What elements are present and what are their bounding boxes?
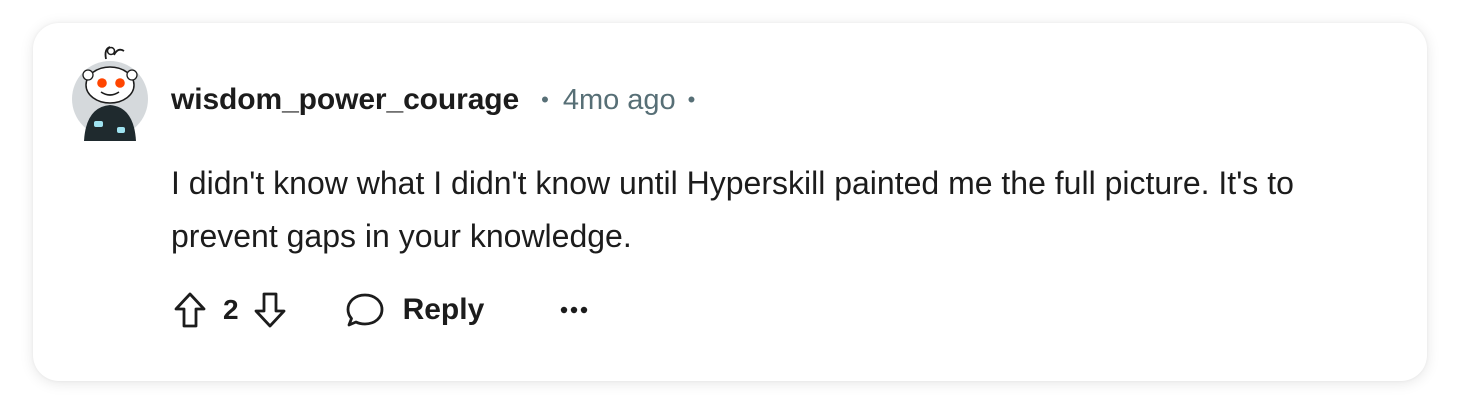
vote-score: 2 bbox=[223, 294, 239, 325]
avatar[interactable] bbox=[70, 45, 150, 141]
speech-bubble-icon bbox=[346, 293, 383, 327]
arrow-down-outline-icon bbox=[254, 292, 285, 328]
comment-header: wisdom_power_courage • 4mo ago • bbox=[171, 80, 695, 120]
downvote-button[interactable] bbox=[251, 289, 289, 331]
separator-dot-trailing: • bbox=[687, 87, 696, 112]
reply-label: Reply bbox=[402, 293, 485, 326]
separator-dot: • bbox=[541, 87, 549, 112]
author-username[interactable]: wisdom_power_courage bbox=[171, 83, 519, 117]
comment-card: wisdom_power_courage • 4mo ago • I didn'… bbox=[33, 23, 1427, 381]
more-options-button[interactable] bbox=[556, 289, 592, 331]
comment-body: I didn't know what I didn't know until H… bbox=[171, 165, 1294, 254]
ellipsis-icon bbox=[561, 306, 588, 314]
upvote-button[interactable] bbox=[171, 289, 209, 331]
comment-actions: 2 Reply bbox=[171, 289, 592, 331]
reply-button[interactable]: Reply bbox=[345, 291, 485, 329]
page: wisdom_power_courage • 4mo ago • I didn'… bbox=[0, 0, 1458, 420]
comment-timestamp[interactable]: 4mo ago bbox=[563, 84, 676, 117]
arrow-up-outline-icon bbox=[174, 292, 206, 328]
